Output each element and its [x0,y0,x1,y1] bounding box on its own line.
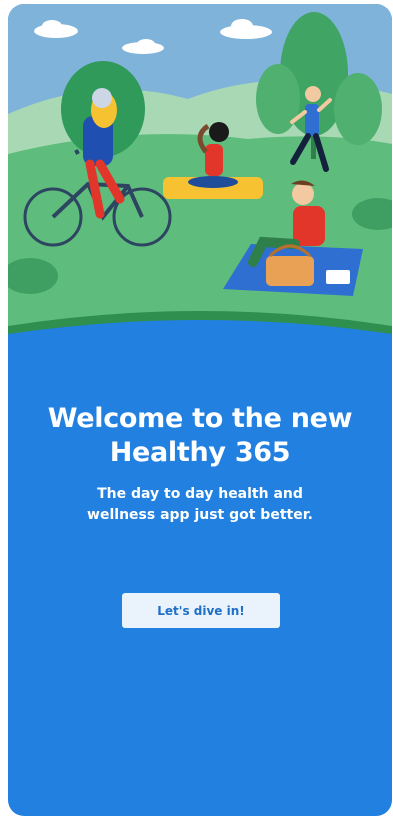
welcome-subtitle: The day to day health and wellness app j… [50,484,350,526]
onboarding-screen: Welcome to the new Healthy 365 The day t… [8,4,392,816]
welcome-title-line2: Healthy 365 [109,437,291,468]
welcome-subtitle-line1: The day to day health and [97,486,303,502]
welcome-text-block: Welcome to the new Healthy 365 The day t… [8,402,392,526]
welcome-subtitle-line2: wellness app just got better. [87,507,313,523]
welcome-title-line1: Welcome to the new [47,403,353,434]
park-illustration [8,4,392,344]
dive-in-button[interactable]: Let's dive in! [122,593,280,628]
welcome-title: Welcome to the new Healthy 365 [8,402,392,470]
